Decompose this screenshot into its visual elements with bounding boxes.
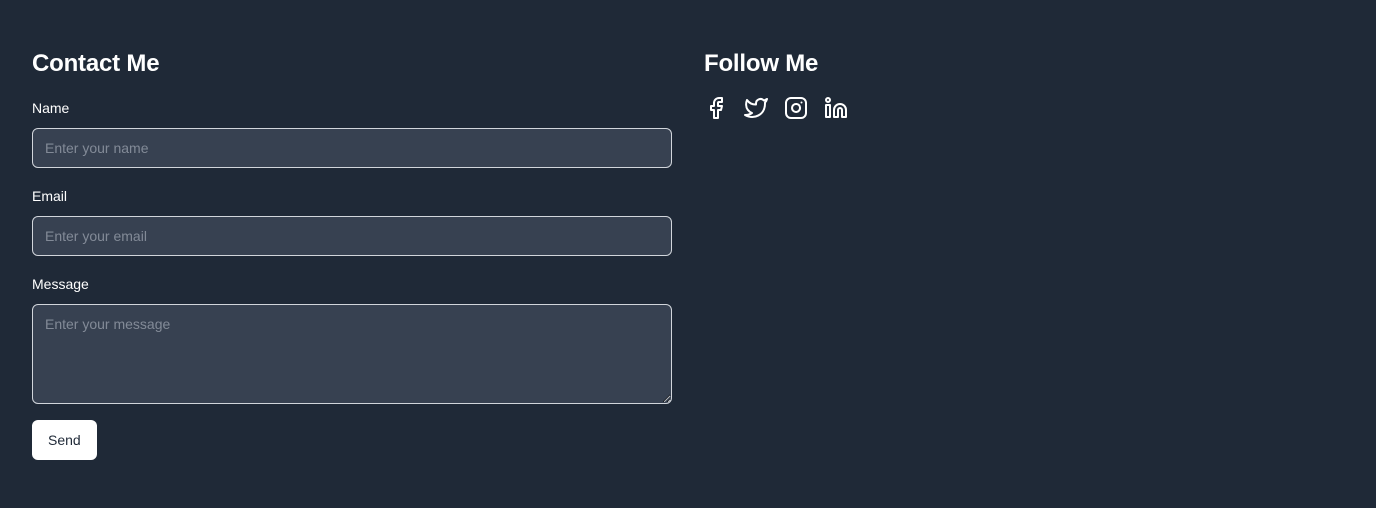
linkedin-icon	[825, 97, 847, 118]
message-label: Message	[32, 276, 89, 292]
facebook-icon	[710, 97, 723, 119]
facebook-link[interactable]	[704, 96, 728, 120]
instagram-link[interactable]	[784, 96, 808, 120]
social-links	[704, 96, 1344, 120]
contact-title: Contact Me	[32, 50, 160, 77]
email-label: Email	[32, 188, 68, 204]
name-label: Name	[32, 100, 70, 116]
send-button[interactable]: Send	[32, 420, 97, 460]
twitter-link[interactable]	[744, 96, 768, 120]
page: Contact Me Name Email Message Send Follo…	[0, 0, 1376, 508]
email-input[interactable]	[32, 216, 672, 256]
follow-title: Follow Me	[704, 50, 819, 77]
linkedin-link[interactable]	[824, 96, 848, 120]
name-input[interactable]	[32, 128, 672, 168]
instagram-icon	[785, 97, 807, 119]
message-textarea[interactable]	[32, 304, 672, 404]
twitter-icon	[744, 98, 768, 118]
contact-section: Contact Me Name Email Message Send	[32, 48, 672, 460]
follow-section: Follow Me	[704, 48, 1344, 120]
